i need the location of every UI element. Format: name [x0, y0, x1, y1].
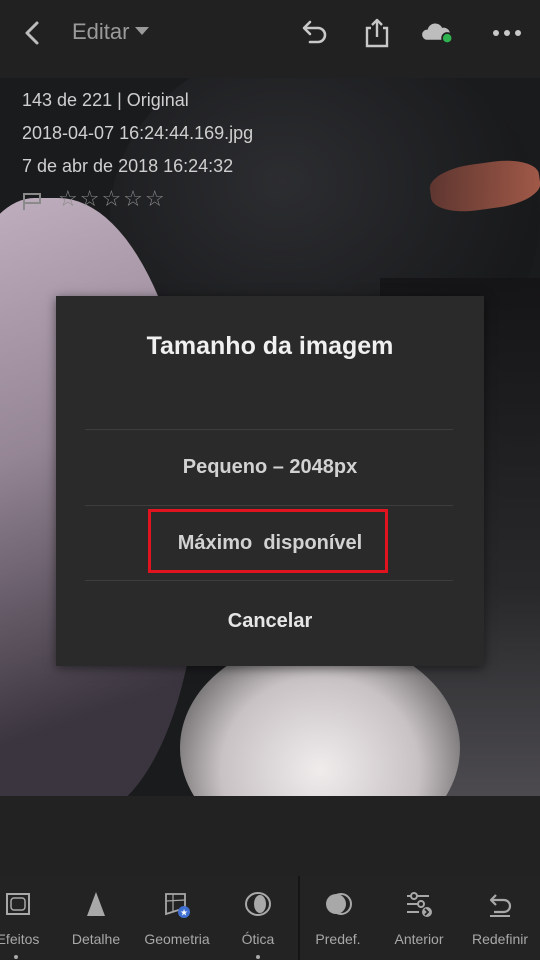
effects-icon [6, 893, 30, 915]
tool-label: Efeitos [0, 931, 40, 947]
tool-label: Geometria [144, 931, 210, 947]
tool-label: Predef. [315, 931, 361, 947]
indicator-dot [14, 955, 18, 959]
reset-icon [489, 894, 512, 917]
star-rating[interactable]: ☆☆☆☆☆ [58, 186, 167, 212]
photo-filename: 2018-04-07 16:24:44.169.jpg [22, 123, 254, 143]
svg-text:★: ★ [180, 909, 188, 919]
back-arrow-icon[interactable] [18, 18, 48, 48]
divider [85, 505, 453, 506]
image-size-dialog: Tamanho da imagem Pequeno – 2048px Máxim… [56, 296, 484, 666]
tool-label: Redefinir [471, 931, 529, 947]
small-size-option[interactable]: Pequeno – 2048px [56, 456, 484, 479]
share-icon[interactable] [360, 16, 394, 50]
dialog-title: Tamanho da imagem [146, 332, 394, 360]
tool-detail[interactable]: Detalhe [56, 876, 136, 960]
tool-effects[interactable]: Efeitos [0, 876, 58, 960]
indicator-dot [256, 955, 260, 959]
undo-icon[interactable] [296, 16, 330, 50]
tool-label: Anterior [394, 931, 444, 947]
optics-icon [245, 892, 271, 916]
detail-icon [87, 892, 105, 916]
divider [85, 580, 453, 581]
tool-geometry[interactable]: ★ Geometria [137, 876, 217, 960]
tool-reset[interactable]: Redefinir [460, 876, 540, 960]
highlight-box [148, 509, 388, 573]
top-bar: Editar [0, 0, 540, 78]
photo-date: 7 de abr de 2018 16:24:32 [22, 156, 234, 176]
cloud-sync-icon[interactable] [420, 16, 454, 50]
presets-icon [326, 893, 352, 915]
photo-position-info: 143 de 221 | Original [22, 90, 189, 110]
tool-presets[interactable]: Predef. [298, 876, 378, 960]
tool-optics[interactable]: Ótica [218, 876, 298, 960]
photo-footer-area [0, 796, 540, 876]
edit-mode-dropdown[interactable]: Editar [72, 19, 150, 45]
chevron-down-icon [135, 27, 150, 36]
bottom-toolbar: Efeitos Detalhe ★ Geometria Ótica Predef… [0, 876, 540, 960]
more-options-icon[interactable] [490, 16, 524, 50]
edit-mode-label: Editar [72, 19, 130, 44]
tool-label: Ótica [241, 931, 275, 947]
geometry-icon: ★ [165, 893, 190, 919]
tool-previous[interactable]: Anterior [379, 876, 459, 960]
tool-label: Detalhe [71, 931, 121, 947]
flag-icon[interactable] [22, 191, 44, 211]
divider [85, 429, 453, 430]
cancel-button[interactable]: Cancelar [56, 610, 484, 633]
previous-settings-icon [407, 892, 432, 917]
